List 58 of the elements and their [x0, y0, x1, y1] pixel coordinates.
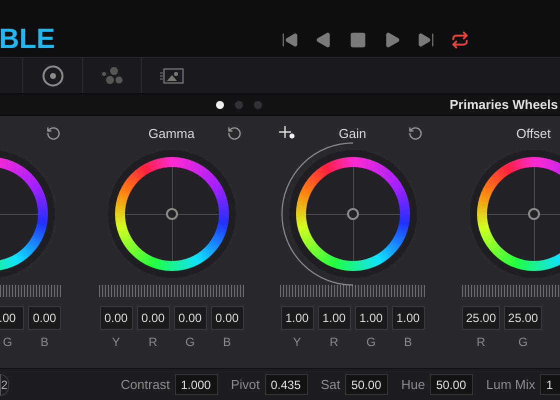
channel-label: G: [185, 334, 195, 351]
page-button[interactable]: 2: [0, 374, 9, 396]
adjustment-field[interactable]: 1: [540, 374, 560, 395]
stop-icon: [349, 30, 367, 48]
reset-icon[interactable]: [46, 126, 61, 141]
wheel-title: Gamma: [148, 125, 195, 144]
value-field[interactable]: .00: [0, 306, 24, 330]
value-field[interactable]: 0.00: [136, 306, 170, 330]
channel-label: G: [518, 334, 528, 351]
value-field[interactable]: 1.00: [354, 306, 388, 330]
channel-label: Y: [112, 334, 120, 351]
value-field[interactable]: 1.00: [318, 306, 350, 330]
app-logo: BLE: [0, 24, 55, 52]
adjustment-label: Lum Mix: [486, 376, 536, 394]
transport-button[interactable]: [451, 30, 469, 48]
value-field[interactable]: 0.00: [174, 306, 206, 330]
ridged-jog-strip[interactable]: [280, 285, 425, 297]
channel-label: B: [222, 334, 231, 351]
channel-label: R: [476, 334, 486, 351]
channel-label: B: [40, 334, 48, 351]
play-icon: [383, 30, 401, 48]
reverse-play-icon: [315, 30, 333, 48]
value-field[interactable]: 0.00: [210, 306, 244, 330]
transport-button[interactable]: [417, 30, 435, 48]
transport-button[interactable]: [383, 30, 401, 48]
ridged-jog-strip[interactable]: [99, 285, 244, 297]
value-field[interactable]: 0.00: [100, 306, 132, 330]
transport-button[interactable]: [315, 30, 333, 48]
adjustment-field[interactable]: 50.00: [430, 374, 474, 395]
transport-button[interactable]: [281, 30, 299, 48]
panel-title: Primaries Wheels: [450, 96, 558, 114]
skip-back-icon: [281, 30, 299, 48]
channel-label: Y: [292, 334, 301, 351]
reset-icon[interactable]: [227, 126, 242, 141]
channel-label: B: [404, 334, 412, 351]
channel-label: G: [366, 334, 376, 351]
adjustment-label: Contrast: [120, 376, 170, 394]
skip-forward-icon: [417, 30, 435, 48]
wheel-title: Gain: [338, 125, 366, 144]
crosshair-cursor-icon: [278, 126, 296, 140]
adjustment-label: Sat: [320, 376, 340, 394]
adjustment-field[interactable]: 0.435: [264, 374, 308, 395]
value-field[interactable]: 25.00: [462, 306, 500, 330]
loop-icon: [451, 30, 469, 48]
value-field[interactable]: 1.00: [280, 306, 314, 330]
value-field[interactable]: 25.00: [504, 306, 542, 330]
adjustment-label: Pivot: [230, 376, 260, 394]
adjustment-label: Hue: [401, 376, 426, 394]
channel-label: G: [2, 334, 12, 351]
channel-label: R: [148, 334, 158, 351]
adjustment-field[interactable]: 50.00: [345, 374, 388, 395]
adjustment-field[interactable]: 1.000: [174, 374, 218, 395]
channel-label: R: [330, 334, 338, 351]
wheel-title: Offset: [516, 125, 551, 144]
reset-icon[interactable]: [408, 126, 423, 141]
value-field[interactable]: 1.00: [392, 306, 424, 330]
value-field[interactable]: 0.00: [28, 306, 61, 330]
transport-button[interactable]: [349, 30, 367, 48]
